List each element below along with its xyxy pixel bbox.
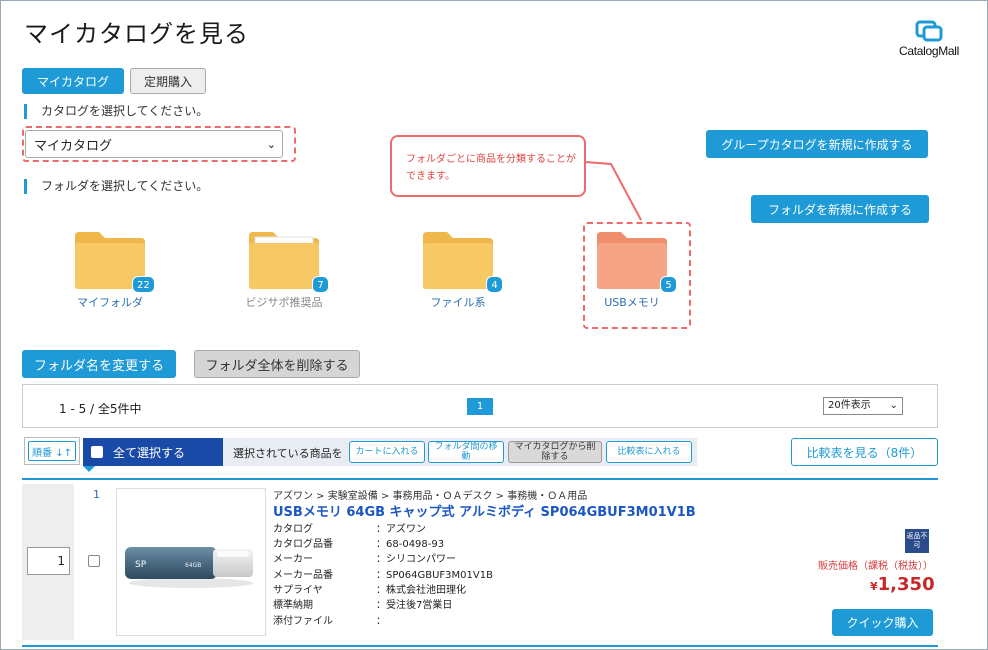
folder-name[interactable]: USBメモリ [572,294,692,310]
select-all-checkbox[interactable] [91,446,103,458]
catalog-select[interactable]: マイカタログ ⌄ [25,130,283,158]
row-bottom-divider [22,645,938,647]
folder-name[interactable]: マイフォルダ [50,294,170,310]
list-divider [22,478,938,480]
per-page-value: 20件表示 [828,400,871,411]
bulk-action-label: 選択されている商品を [233,447,343,460]
remove-from-catalog-button[interactable]: マイカタログから削除する [508,441,602,463]
product-price: ¥1,350 [870,574,935,595]
usb-capacity-text: 64GB [185,562,201,569]
row-checkbox[interactable] [88,555,100,567]
spec-key: 添付ファイル [273,616,333,627]
chevron-down-icon: ⌄ [889,400,898,411]
price-value: 1,350 [877,574,935,595]
folder-count-badge: 5 [660,276,677,293]
product-title[interactable]: USBメモリ 64GB キャップ式 アルミボディ SP064GBUF3M01V1… [273,501,696,520]
logo-text: CatalogMall [898,44,960,58]
select-all-button[interactable]: 全て選択する [83,438,223,466]
sort-indicator-icon [83,466,95,472]
callout-pointer [584,161,642,221]
add-to-cart-button[interactable]: カートに入れる [349,441,425,463]
catalogmall-logo[interactable]: CatalogMall [890,20,968,58]
tab-subscription[interactable]: 定期購入 [130,68,206,94]
usb-brand-text: SP [135,560,147,570]
folder-icon [423,232,493,289]
spec-key: カタログ [273,524,313,535]
spec-value: ：株式会社池田理化 [376,585,466,596]
sort-button[interactable]: 順番 ↓↑ [24,437,80,465]
folder-select-label: フォルダを選択してください。 [24,179,208,194]
add-to-compare-button[interactable]: 比較表に入れる [606,441,692,463]
spec-key: 標準納期 [273,600,313,611]
folder-name[interactable]: ファイル系 [398,294,518,310]
spec-value: ：SP064GBUF3M01V1B [376,570,493,581]
spec-key: カタログ品番 [273,539,333,550]
catalog-select-value: マイカタログ [34,138,113,154]
currency-symbol: ¥ [870,580,878,593]
spec-value: ：受注後7営業日 [376,600,453,611]
bulk-action-bar: 選択されている商品を カートに入れる フォルダ間の移動 マイカタログから削除する… [223,438,697,466]
folder-my-folder[interactable]: 22 マイフォルダ [50,226,170,310]
usb-drive-icon: SP 64GB [125,547,253,588]
move-between-folders-button[interactable]: フォルダ間の移動 [428,441,504,463]
spec-key: メーカー [273,554,313,565]
product-image[interactable]: SP 64GB [116,488,266,636]
result-count: 1 - 5 / 全5件中 [59,402,142,416]
product-breadcrumb[interactable]: アズワン > 実験室設備 > 事務用品・ＯＡデスク > 事務機・ＯＡ用品 [273,487,587,502]
delete-all-folders-button[interactable]: フォルダ全体を削除する [194,350,360,378]
rename-folder-button[interactable]: フォルダ名を変更する [22,350,176,378]
chevron-down-icon: ⌄ [266,138,276,151]
callout-tooltip: フォルダごとに商品を分類することができます。 [390,135,586,197]
sort-label: 順番 ↓↑ [28,441,76,461]
catalog-select-label: カタログを選択してください。 [24,104,208,119]
create-folder-button[interactable]: フォルダを新規に作成する [751,195,929,223]
folder-icon [597,232,667,289]
page-number-current[interactable]: 1 [467,398,493,415]
folder-bizsupport[interactable]: 7 ビジサポ推奨品 [224,226,344,310]
quick-buy-button[interactable]: クイック購入 [832,609,933,636]
folder-count-badge: 22 [132,276,155,293]
catalogmall-logo-icon [915,20,943,42]
pager-bar: 1 - 5 / 全5件中 1 20件表示 ⌄ [22,384,938,428]
no-return-badge: 返品不可 [905,529,929,553]
row-number: 1 [93,488,100,501]
quantity-input[interactable]: 1 [27,547,70,575]
folder-count-badge: 4 [486,276,503,293]
folder-files[interactable]: 4 ファイル系 [398,226,518,310]
folder-count-badge: 7 [312,276,329,293]
folder-with-papers-icon [249,232,319,289]
spec-value: ：アズワン [376,524,426,535]
folder-usb-memory[interactable]: 5 USBメモリ [572,226,692,310]
spec-value: ：シリコンパワー [376,554,456,565]
per-page-select[interactable]: 20件表示 ⌄ [823,397,903,415]
view-compare-button[interactable]: 比較表を見る（8件） [791,438,938,466]
spec-value: ：68-0498-93 [376,539,445,550]
spec-value: ： [376,616,386,627]
folder-name[interactable]: ビジサポ推奨品 [224,294,344,310]
select-all-label: 全て選択する [113,445,186,460]
price-label: 販売価格（課税（税抜）） [818,561,933,572]
create-group-catalog-button[interactable]: グループカタログを新規に作成する [706,130,928,158]
spec-key: メーカー品番 [273,570,333,581]
page-title: マイカタログを見る [24,20,249,48]
tab-my-catalog[interactable]: マイカタログ [22,68,124,94]
spec-key: サプライヤ [273,585,323,596]
